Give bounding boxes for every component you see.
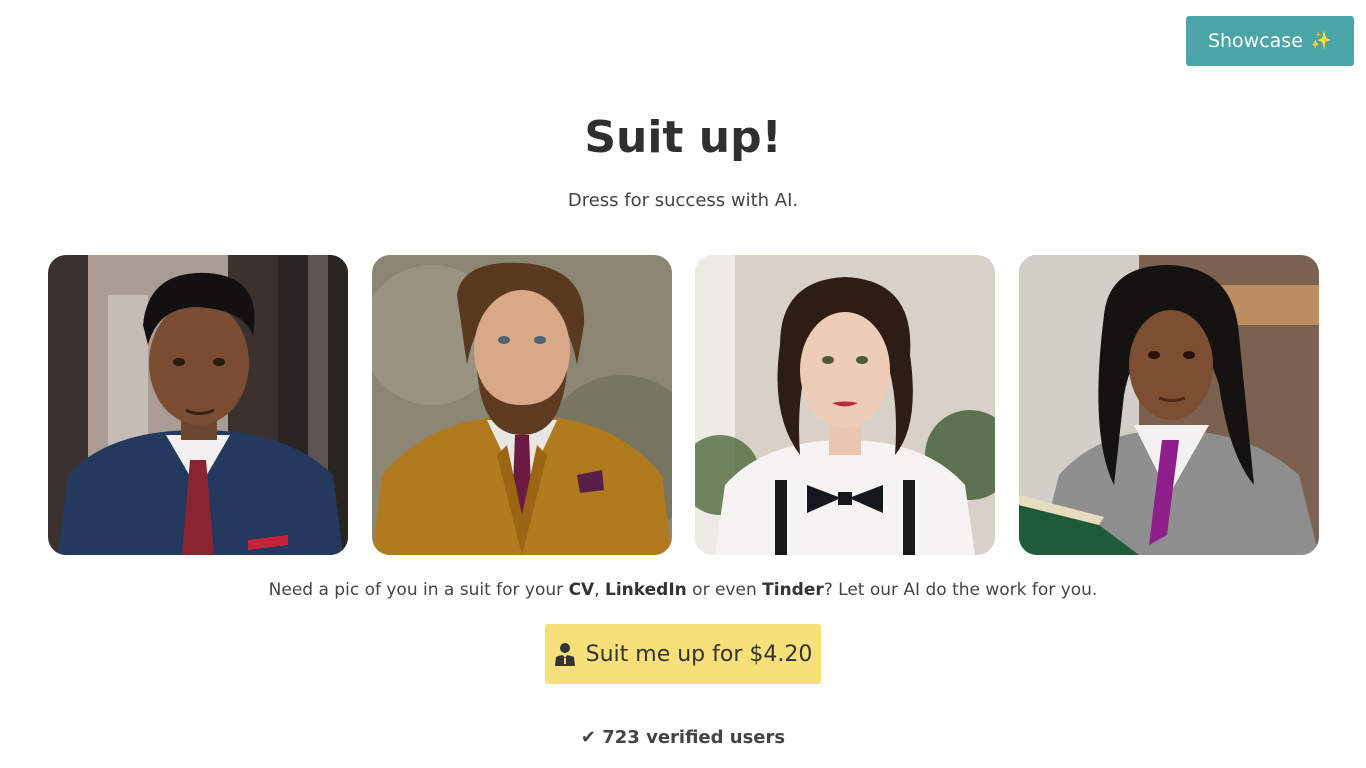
tagline-sep1: , <box>594 580 606 600</box>
tagline-tinder: Tinder <box>762 580 824 600</box>
landing-page: Showcase ✨ Suit up! Dress for success wi… <box>0 0 1366 768</box>
verified-users: ✔ 723 verified users <box>0 727 1366 748</box>
suit-me-up-button[interactable]: Suit me up for $4.20 <box>545 624 821 684</box>
user-in-suit-icon <box>554 642 576 666</box>
example-photo-3 <box>695 255 995 555</box>
portrait-woman-bowtie <box>695 255 995 555</box>
portrait-bearded-man-mustard-suit <box>372 255 672 555</box>
tagline: Need a pic of you in a suit for your CV,… <box>0 580 1366 600</box>
tagline-suffix: ? Let our AI do the work for you. <box>823 580 1098 600</box>
verified-users-text: 723 verified users <box>602 727 786 748</box>
showcase-label: Showcase <box>1207 30 1303 52</box>
tagline-cv: CV <box>568 580 595 600</box>
page-title: Suit up! <box>584 112 782 163</box>
tagline-linkedin: LinkedIn <box>605 580 687 600</box>
check-icon: ✔ <box>580 727 596 748</box>
portrait-man-blue-suit <box>48 255 348 555</box>
example-gallery <box>48 255 1319 555</box>
portrait-woman-grey-blazer <box>1019 255 1319 555</box>
example-photo-4 <box>1019 255 1319 555</box>
cta-label: Suit me up for $4.20 <box>585 641 813 667</box>
tagline-sep2: or even <box>686 580 763 600</box>
sparkles-icon: ✨ <box>1310 31 1333 51</box>
example-photo-2 <box>372 255 672 555</box>
example-photo-1 <box>48 255 348 555</box>
tagline-prefix: Need a pic of you in a suit for your <box>268 580 569 600</box>
page-subtitle: Dress for success with AI. <box>567 190 799 211</box>
showcase-button[interactable]: Showcase ✨ <box>1186 16 1354 66</box>
